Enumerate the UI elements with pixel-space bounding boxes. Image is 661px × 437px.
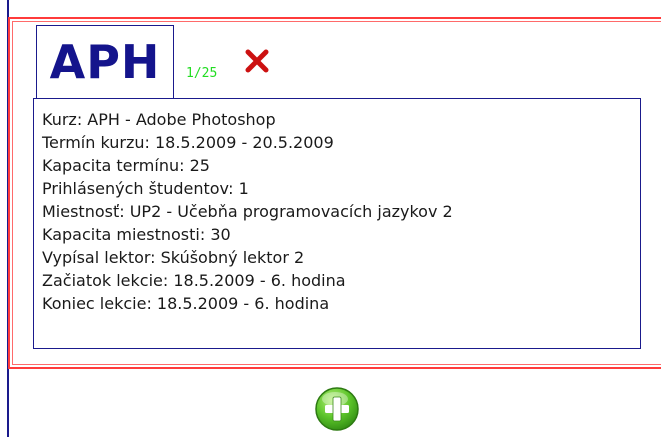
schedule-view: APH 1/25 Kurz: APH - Adobe Photoshop Ter… — [0, 0, 661, 437]
course-code: APH — [49, 35, 161, 89]
detail-lesson-start: Začiatok lekcie: 18.5.2009 - 6. hodina — [42, 271, 346, 290]
add-course-button[interactable] — [314, 386, 360, 432]
plus-icon — [315, 387, 359, 431]
course-details-box: Kurz: APH - Adobe Photoshop Termín kurzu… — [33, 98, 641, 349]
course-code-box: APH — [36, 25, 174, 99]
detail-registered-students: Prihlásených študentov: 1 — [42, 179, 249, 198]
detail-term-capacity: Kapacita termínu: 25 — [42, 156, 210, 175]
detail-room-capacity: Kapacita miestnosti: 30 — [42, 225, 231, 244]
detail-term: Termín kurzu: 18.5.2009 - 20.5.2009 — [42, 133, 334, 152]
close-icon — [245, 49, 269, 73]
capacity-badge: 1/25 — [186, 66, 218, 81]
detail-room: Miestnosť: UP2 - Učebňa programovacích j… — [42, 202, 453, 221]
detail-lecturer: Vypísal lektor: Skúšobný lektor 2 — [42, 248, 305, 267]
remove-course-button[interactable] — [244, 46, 270, 76]
detail-lesson-end: Koniec lekcie: 18.5.2009 - 6. hodina — [42, 294, 330, 313]
detail-course: Kurz: APH - Adobe Photoshop — [42, 110, 276, 129]
